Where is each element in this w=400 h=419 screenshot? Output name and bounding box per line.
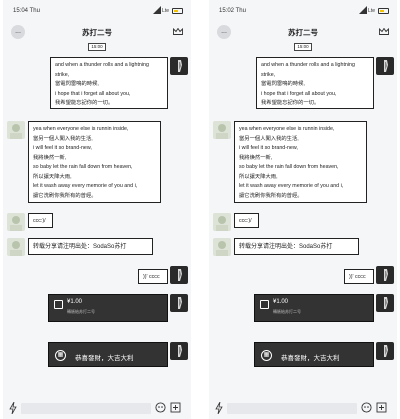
message-bubble-sent[interactable]: ))' cccc <box>344 269 374 284</box>
payment-amount: ¥1.00 <box>67 299 83 305</box>
bolt-icon[interactable] <box>215 402 223 414</box>
avatar[interactable] <box>170 294 188 312</box>
battery-icon <box>378 8 389 14</box>
message-input[interactable] <box>21 403 151 414</box>
payment-card[interactable]: ¥1.00 轉賬給苏打二号 <box>254 294 374 322</box>
gift-icon: ▦ <box>261 350 272 361</box>
network-label: Lte <box>162 8 169 14</box>
message-input[interactable] <box>227 403 357 414</box>
red-packet-text: 恭喜發財，大吉大利 <box>75 355 134 362</box>
avatar[interactable] <box>213 213 231 231</box>
battery-icon <box>172 8 183 14</box>
payment-card[interactable]: ¥1.00 轉賬給苏打二号 <box>48 294 168 322</box>
chat-header: ... 苏打二号 <box>3 22 191 40</box>
avatar[interactable] <box>170 57 188 75</box>
red-packet-text: 恭喜發財，大吉大利 <box>281 355 340 362</box>
red-packet-card[interactable]: ▦ 恭喜發財，大吉大利 <box>48 342 168 367</box>
message-bubble-sent[interactable]: and when a thunder rolls and a lightning… <box>50 57 168 109</box>
avatar[interactable] <box>376 294 394 312</box>
network-label: Lte <box>368 8 375 14</box>
status-time: 15:04 Thu <box>13 8 40 14</box>
message-bubble-received[interactable]: ccc:)/ <box>234 213 259 228</box>
chat-timestamp: 15:00 <box>88 43 106 51</box>
red-packet-card[interactable]: ▦ 恭喜發財，大吉大利 <box>254 342 374 367</box>
avatar[interactable] <box>376 266 394 284</box>
payment-icon <box>54 300 63 309</box>
message-bubble-received[interactable]: yea when everyone else is runnin inside,… <box>28 121 161 203</box>
chat-title: 苏打二号 <box>288 28 318 37</box>
signal-icon <box>359 6 367 14</box>
phone-screen-left: 15:04 Thu Lte ... 苏打二号 15:00 and when a … <box>3 0 191 419</box>
avatar[interactable] <box>213 238 231 256</box>
avatar[interactable] <box>376 57 394 75</box>
message-bubble-sent[interactable]: and when a thunder rolls and a lightning… <box>256 57 374 109</box>
bolt-icon[interactable] <box>9 402 17 414</box>
avatar[interactable] <box>213 121 231 139</box>
message-bubble-received[interactable]: ccc:)/ <box>28 213 53 228</box>
signal-icon <box>153 6 161 14</box>
payment-icon <box>260 300 269 309</box>
emoji-icon[interactable] <box>155 402 166 413</box>
message-bubble-received[interactable]: yea when everyone else is runnin inside,… <box>234 121 367 203</box>
avatar[interactable] <box>170 266 188 284</box>
status-bar: 15:02 Thu Lte <box>209 0 397 22</box>
avatar[interactable] <box>7 213 25 231</box>
chat-timestamp: 15:00 <box>294 43 312 51</box>
status-time: 15:02 Thu <box>219 8 246 14</box>
phone-screen-right: 15:02 Thu Lte ... 苏打二号 15:00 and when a … <box>209 0 397 419</box>
avatar[interactable] <box>7 238 25 256</box>
emoji-icon[interactable] <box>361 402 372 413</box>
avatar[interactable] <box>170 342 188 360</box>
payment-amount: ¥1.00 <box>273 299 289 305</box>
chat-input-bar <box>3 397 191 419</box>
status-bar: 15:04 Thu Lte <box>3 0 191 22</box>
chat-header: ... 苏打二号 <box>209 22 397 40</box>
plus-icon[interactable] <box>170 402 181 413</box>
crown-icon[interactable] <box>173 28 183 35</box>
crown-icon[interactable] <box>379 28 389 35</box>
avatar[interactable] <box>7 121 25 139</box>
message-bubble-received[interactable]: 转载分享请注明出处：SodaSo苏打 <box>28 238 153 255</box>
chat-input-bar <box>209 397 397 419</box>
avatar[interactable] <box>376 342 394 360</box>
message-bubble-sent[interactable]: ))' cccc <box>138 269 168 284</box>
gift-icon: ▦ <box>55 350 66 361</box>
payment-description: 轉賬給苏打二号 <box>273 309 301 314</box>
payment-description: 轉賬給苏打二号 <box>67 309 95 314</box>
message-bubble-received[interactable]: 转载分享请注明出处：SodaSo苏打 <box>234 238 359 255</box>
plus-icon[interactable] <box>376 402 387 413</box>
chat-title: 苏打二号 <box>82 28 112 37</box>
